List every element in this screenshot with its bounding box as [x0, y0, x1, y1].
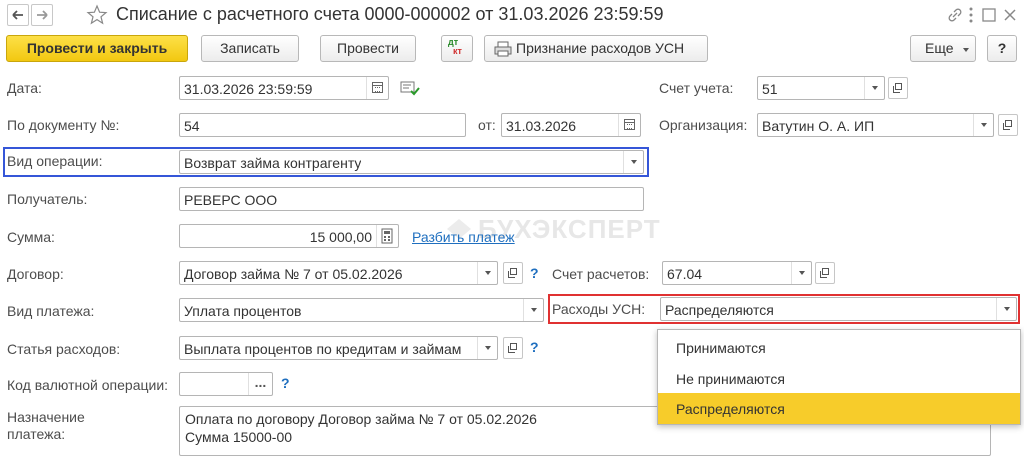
expense-item-label: Статья расходов: — [7, 341, 121, 357]
currency-code-field[interactable]: ... — [179, 372, 273, 396]
expense-item-dropdown-button[interactable] — [477, 337, 497, 359]
contract-open-button[interactable] — [503, 262, 523, 284]
recipient-label: Получатель: — [7, 191, 88, 207]
expense-item-select[interactable]: Выплата процентов по кредитам и займам — [179, 336, 498, 360]
account-label: Счет учета: — [659, 80, 734, 96]
contract-select[interactable]: Договор займа № 7 от 05.02.2026 — [179, 261, 498, 285]
usn-option-not-accepted[interactable]: Не принимаются — [658, 363, 1020, 394]
post-button[interactable]: Провести — [320, 35, 416, 62]
more-button[interactable]: Еще — [910, 35, 976, 62]
doc-number-field[interactable]: 54 — [179, 113, 466, 137]
doc-number-label: По документу №: — [7, 117, 120, 133]
organization-open-button[interactable] — [998, 114, 1018, 136]
usn-expense-dropdown-button[interactable] — [996, 298, 1016, 320]
date-field[interactable]: 31.03.2026 23:59:59 — [179, 76, 389, 100]
usn-recognition-label: Признание расходов УСН — [516, 40, 685, 56]
maximize-icon[interactable] — [980, 6, 998, 24]
usn-expense-dropdown-list: Принимаются Не принимаются Распределяютс… — [657, 329, 1021, 425]
link-icon[interactable] — [946, 6, 964, 24]
settlement-dropdown-button[interactable] — [791, 262, 811, 284]
organization-select[interactable]: Ватутин О. А. ИП — [757, 113, 994, 137]
account-dropdown-button[interactable] — [864, 77, 884, 99]
currency-code-select-button[interactable]: ... — [248, 373, 272, 395]
dt-kt-icon: дт кт — [448, 37, 462, 56]
usn-option-distributed[interactable]: Распределяются — [658, 393, 1020, 424]
purpose-label-line2: платежа: — [7, 426, 66, 442]
recipient-field[interactable]: РЕВЕРС ООО — [179, 187, 644, 211]
usn-expense-select[interactable]: Распределяются — [660, 297, 1017, 321]
contract-dropdown-button[interactable] — [477, 262, 497, 284]
expense-item-help-icon[interactable]: ? — [530, 339, 539, 355]
contract-help-icon[interactable]: ? — [530, 265, 539, 281]
favorite-star-icon[interactable] — [86, 4, 108, 26]
more-label: Еще — [925, 40, 954, 56]
split-payment-link[interactable]: Разбить платеж — [412, 229, 515, 245]
calculator-button[interactable] — [376, 225, 398, 247]
operation-dropdown-button[interactable] — [623, 151, 643, 173]
printer-icon — [494, 41, 512, 57]
operation-label: Вид операции: — [7, 153, 103, 169]
back-button[interactable] — [7, 4, 29, 26]
organization-dropdown-button[interactable] — [973, 114, 993, 136]
purpose-label-line1: Назначение — [7, 409, 85, 425]
save-button[interactable]: Записать — [201, 35, 299, 62]
dt-kt-button[interactable]: дт кт — [441, 35, 473, 62]
doc-date-field[interactable]: 31.03.2026 — [501, 113, 641, 137]
currency-code-label: Код валютной операции: — [7, 377, 169, 393]
usn-recognition-button[interactable]: Признание расходов УСН — [484, 35, 708, 62]
calendar-button[interactable] — [366, 77, 388, 99]
payment-type-select[interactable]: Уплата процентов — [179, 298, 544, 322]
account-select[interactable]: 51 — [757, 76, 885, 100]
menu-dots-icon[interactable] — [966, 6, 976, 24]
doc-date-calendar-button[interactable] — [618, 114, 640, 136]
expense-item-open-button[interactable] — [503, 337, 523, 359]
calendar-icon — [624, 119, 635, 130]
doc-date-label: от: — [478, 117, 496, 133]
arrow-left-icon — [12, 10, 23, 20]
post-and-close-button[interactable]: Провести и закрыть — [6, 35, 188, 62]
date-label: Дата: — [7, 80, 42, 96]
fill-date-icon[interactable] — [400, 80, 420, 96]
close-icon[interactable] — [1001, 6, 1019, 24]
operation-select[interactable]: Возврат займа контрагенту — [179, 150, 644, 174]
arrow-right-icon — [37, 10, 48, 20]
usn-option-accepted[interactable]: Принимаются — [658, 332, 1020, 363]
organization-label: Организация: — [659, 117, 748, 133]
settlement-account-select[interactable]: 67.04 — [662, 261, 812, 285]
calendar-icon — [372, 82, 383, 93]
currency-code-help-icon[interactable]: ? — [281, 375, 290, 391]
forward-button[interactable] — [31, 4, 53, 26]
calculator-icon — [381, 228, 393, 244]
contract-label: Договор: — [7, 266, 64, 282]
chevron-down-icon — [963, 48, 969, 52]
amount-field[interactable]: 15 000,00 — [179, 224, 399, 248]
settlement-open-button[interactable] — [815, 262, 835, 284]
payment-type-label: Вид платежа: — [7, 303, 95, 319]
amount-label: Сумма: — [7, 229, 55, 245]
help-button[interactable]: ? — [987, 35, 1017, 62]
payment-type-dropdown-button[interactable] — [523, 299, 543, 321]
usn-expense-label: Расходы УСН: — [552, 301, 646, 317]
window-title: Списание с расчетного счета 0000-000002 … — [116, 4, 664, 24]
account-open-button[interactable] — [888, 77, 908, 99]
settlement-account-label: Счет расчетов: — [552, 266, 650, 282]
